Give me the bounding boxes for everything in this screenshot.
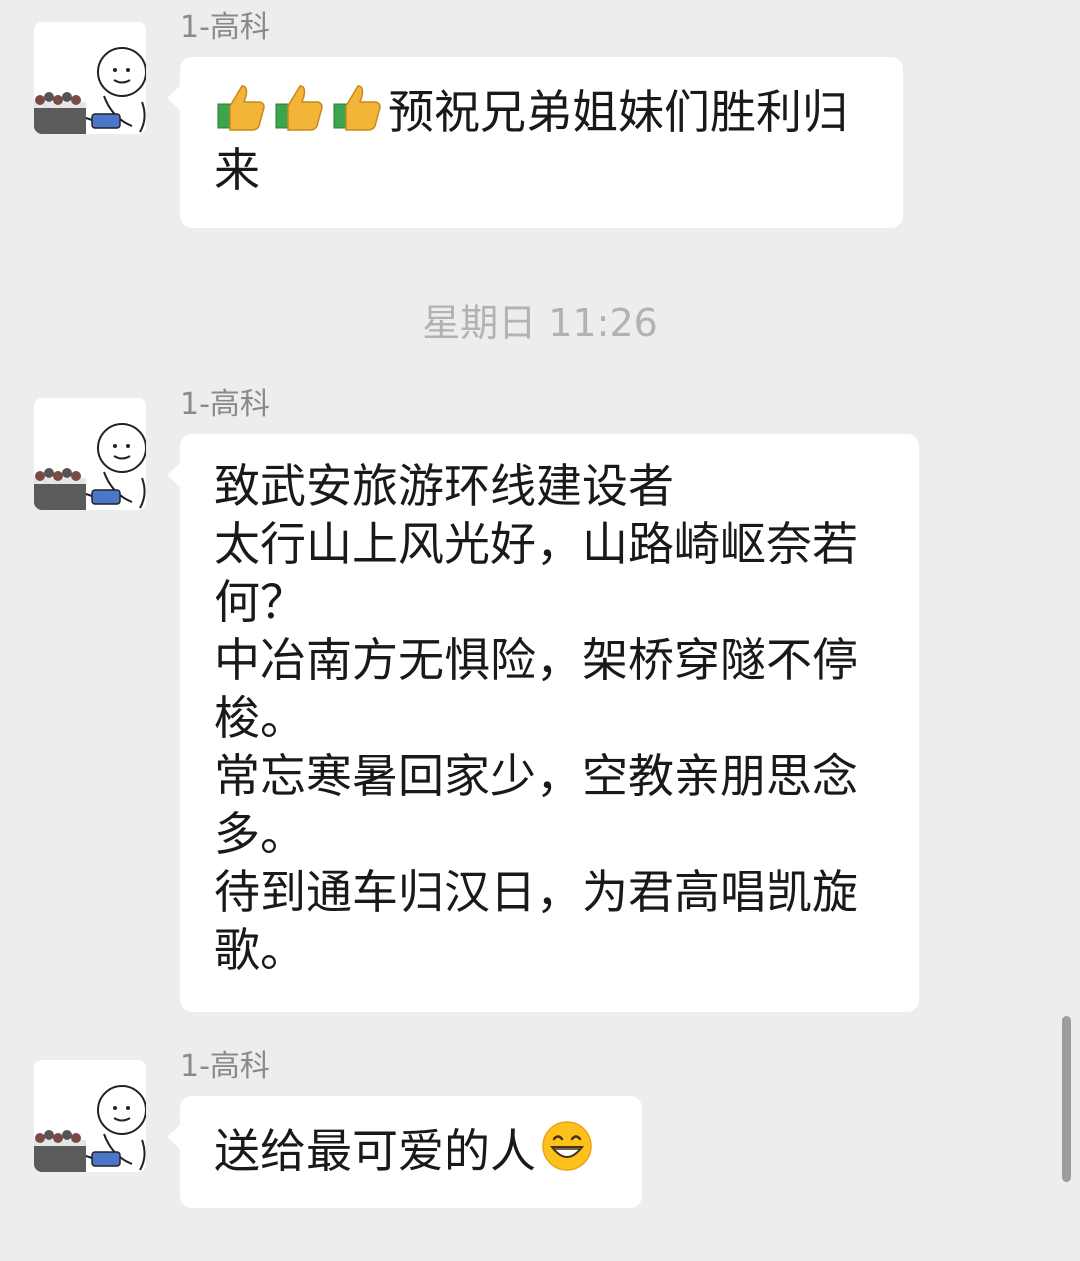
avatar[interactable]: [34, 398, 146, 510]
message-text: 预祝兄弟姐妹们胜利归: [388, 85, 848, 139]
message-text: 梭。: [214, 691, 306, 745]
message-text: 来: [214, 143, 260, 197]
sender-name: 1-高科: [180, 387, 270, 422]
message-text: 歌。: [214, 923, 306, 977]
message-text: 何？: [214, 575, 306, 629]
thumbs-up-icon: [272, 80, 326, 134]
message-text: 多。: [214, 807, 306, 861]
grinning-face-icon: [540, 1119, 594, 1173]
message-text: 待到通车归汉日，为君高唱凯旋: [214, 865, 858, 919]
thumbs-up-icon: [330, 80, 384, 134]
message-text: 致武安旅游环线建设者: [214, 459, 674, 513]
message-bubble[interactable]: 预祝兄弟姐妹们胜利归 来: [167, 57, 903, 228]
message-text: 送给最可爱的人: [214, 1124, 536, 1178]
avatar[interactable]: [34, 1060, 146, 1172]
message-text: 中冶南方无惧险，架桥穿隧不停: [214, 633, 858, 687]
message-text: 太行山上风光好，山路崎岖奈若: [214, 517, 858, 571]
message-bubble[interactable]: 致武安旅游环线建设者 太行山上风光好，山路崎岖奈若 何？ 中冶南方无惧险，架桥穿…: [167, 434, 919, 1012]
message-text: 常忘寒暑回家少，空教亲朋思念: [214, 749, 858, 803]
message-bubble[interactable]: 送给最可爱的人: [167, 1096, 642, 1208]
sender-name: 1-高科: [180, 1049, 270, 1084]
thumbs-up-icon: [214, 80, 268, 134]
scrollbar[interactable]: [1062, 1016, 1071, 1182]
avatar[interactable]: [34, 22, 146, 134]
sender-name: 1-高科: [180, 10, 270, 45]
message-timestamp: 星期日 11:26: [422, 301, 658, 345]
